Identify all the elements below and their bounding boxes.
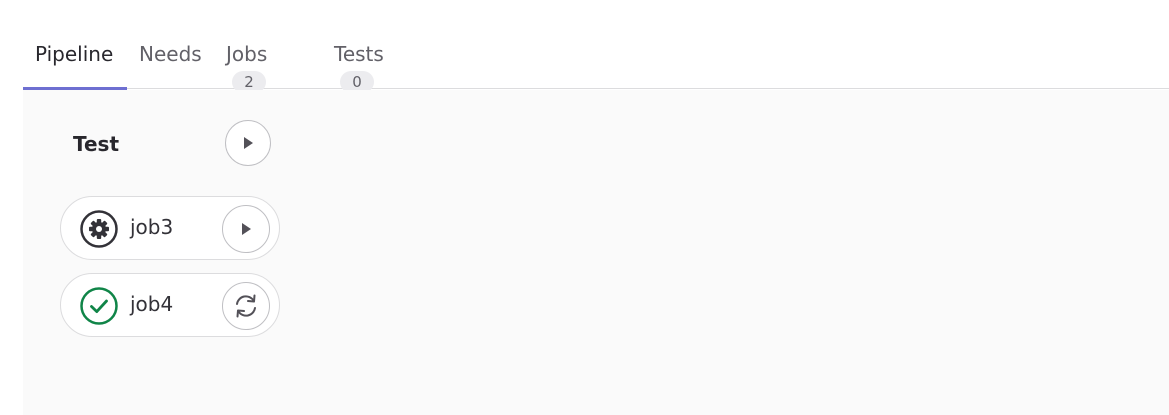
tab-tests[interactable]: Tests0 [322, 40, 430, 93]
stage-play-button[interactable] [225, 120, 271, 166]
tab-needs-label: Needs [139, 42, 202, 66]
job-name: job3 [130, 215, 174, 239]
job-card-job4[interactable]: job4 [60, 273, 280, 337]
stage-title: Test [73, 132, 120, 156]
job3-play-button[interactable] [222, 205, 270, 253]
pipeline-tabs: Pipeline Needs Jobs2 Tests0 [23, 0, 1169, 93]
job-name: job4 [130, 292, 174, 316]
gear-icon [80, 210, 118, 248]
tab-tests-label: Tests [334, 42, 384, 66]
job-card-job3[interactable]: job3 [60, 196, 280, 260]
pipeline-graph: Test job3 job4 [23, 90, 1169, 415]
retry-icon [236, 294, 256, 318]
check-circle-icon [80, 287, 118, 325]
play-icon [244, 137, 253, 149]
play-icon [242, 223, 251, 235]
tab-pipeline-label: Pipeline [35, 42, 114, 66]
job4-retry-button[interactable] [222, 282, 270, 330]
tab-pipeline[interactable]: Pipeline [23, 40, 127, 90]
tab-jobs[interactable]: Jobs2 [214, 40, 314, 93]
tab-needs[interactable]: Needs [127, 40, 214, 89]
tab-jobs-label: Jobs [226, 42, 268, 66]
